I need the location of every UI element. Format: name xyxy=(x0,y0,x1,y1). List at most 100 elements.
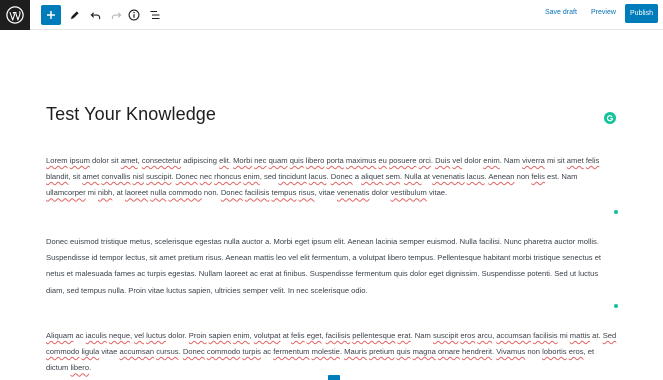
misspelled-word: Vivamus xyxy=(496,347,526,357)
text-run: at xyxy=(280,331,292,340)
misspelled-word: maximus xyxy=(345,156,377,165)
misspelled-word: sem xyxy=(385,172,401,182)
misspelled-word: eros xyxy=(460,331,476,340)
misspelled-word: lacus xyxy=(466,172,485,182)
misspelled-word: felis xyxy=(585,156,600,165)
misspelled-word: quis xyxy=(396,347,411,357)
text-run: non xyxy=(514,172,532,182)
misspelled-word: eu xyxy=(378,156,387,165)
undo-button[interactable] xyxy=(85,5,105,25)
misspelled-word: orci xyxy=(418,156,431,165)
misspelled-word: quam xyxy=(268,156,288,165)
misspelled-word: fermentum xyxy=(273,347,310,357)
misspelled-word: felis xyxy=(531,172,545,182)
misspelled-word: luctus xyxy=(146,331,166,340)
misspelled-word: turpis xyxy=(242,347,261,357)
misspelled-word: facilisis xyxy=(244,188,270,198)
misspelled-word: libero xyxy=(70,363,90,373)
misspelled-word: libero xyxy=(305,156,325,165)
misspelled-word: eget xyxy=(306,331,322,340)
misspelled-word: Mauris xyxy=(344,347,367,357)
misspelled-word: lobortis xyxy=(542,347,567,357)
misspelled-word: nec xyxy=(254,156,267,165)
misspelled-word: nisl xyxy=(132,172,144,182)
paragraph-block[interactable]: Aliquam ac iaculis neque, vel luctus dol… xyxy=(46,328,618,377)
text-run: vitae. xyxy=(426,188,448,198)
misspelled-word: ipsum xyxy=(69,156,90,165)
misspelled-word: pellentesque xyxy=(352,331,396,340)
misspelled-word: viverra xyxy=(522,156,545,165)
text-run: mi sit xyxy=(544,156,567,165)
grammarly-marker xyxy=(614,210,618,214)
grammarly-marker xyxy=(614,304,618,308)
block-appender-button[interactable] xyxy=(328,375,340,380)
misspelled-word: arcu xyxy=(477,331,493,340)
misspelled-word: eros xyxy=(568,347,584,357)
misspelled-word: Donec xyxy=(330,172,353,182)
text-run: dolor. xyxy=(165,331,189,340)
text-run: ac xyxy=(73,331,86,340)
text-run: dolor xyxy=(462,156,484,165)
misspelled-word: ullamcorper xyxy=(46,188,86,198)
redo-button[interactable] xyxy=(106,5,126,25)
misspelled-word: Morbi xyxy=(233,156,253,165)
misspelled-word: rhoncus xyxy=(214,172,242,182)
save-draft-button[interactable]: Save draft xyxy=(545,9,577,16)
text-run: at xyxy=(421,172,433,182)
text-run: at. xyxy=(590,331,603,340)
misspelled-word: aliquet xyxy=(361,172,384,182)
text-run: adipiscing xyxy=(181,156,220,165)
publish-button[interactable]: Publish xyxy=(625,4,658,23)
misspelled-word: Duis xyxy=(435,156,451,165)
paragraph-block[interactable]: Donec euismod tristique metus, scelerisq… xyxy=(46,234,618,299)
misspelled-word: neque xyxy=(108,331,131,340)
misspelled-word: lacus xyxy=(308,172,327,182)
text-run: non. xyxy=(201,188,221,198)
text-run: mi xyxy=(85,188,98,198)
misspelled-word: blandit xyxy=(46,172,69,182)
misspelled-word: magna xyxy=(412,347,436,357)
misspelled-word: pretium xyxy=(369,347,395,357)
misspelled-word: Lorem xyxy=(46,156,68,165)
misspelled-word: vel xyxy=(452,156,463,165)
text-run: non xyxy=(525,347,543,357)
list-view-icon xyxy=(150,10,160,20)
misspelled-word: hendrerit xyxy=(462,347,492,357)
misspelled-word: nec xyxy=(199,172,213,182)
info-icon xyxy=(128,9,140,21)
misspelled-word: venenatis xyxy=(432,172,465,182)
misspelled-word: ornare xyxy=(437,347,460,357)
wordpress-logo[interactable] xyxy=(0,0,30,30)
undo-icon xyxy=(90,11,100,19)
misspelled-word: Donec xyxy=(220,188,243,198)
misspelled-word: nulla xyxy=(150,188,167,198)
text-run: vitae xyxy=(99,347,120,357)
plus-icon xyxy=(47,11,55,19)
misspelled-word: commodo xyxy=(206,347,241,357)
text-run: a xyxy=(352,172,362,182)
misspelled-word: vel xyxy=(134,331,144,340)
block-inserter-button[interactable] xyxy=(41,5,61,25)
misspelled-word: risus xyxy=(298,188,315,198)
misspelled-word: facilisis xyxy=(325,331,351,340)
misspelled-word: tincidunt xyxy=(278,172,307,182)
misspelled-word: porta xyxy=(326,156,344,165)
text-run: , sed xyxy=(259,172,279,182)
misspelled-word: convallis xyxy=(101,172,131,182)
misspelled-word: quis xyxy=(289,156,304,165)
paragraph-block[interactable]: Lorem ipsum dolor sit amet, consectetur … xyxy=(46,153,618,202)
preview-button[interactable]: Preview xyxy=(591,9,616,16)
list-view-button[interactable] xyxy=(145,5,165,25)
details-button[interactable] xyxy=(124,5,144,25)
edit-tools-button[interactable] xyxy=(64,5,84,25)
misspelled-word: commodo xyxy=(168,188,202,198)
misspelled-word: Aliquam xyxy=(46,331,74,340)
grammarly-icon xyxy=(606,115,614,122)
misspelled-word: iaculis xyxy=(85,331,107,340)
text-run: , vitae xyxy=(314,188,337,198)
misspelled-word: Sed xyxy=(602,331,617,340)
grammarly-badge[interactable] xyxy=(604,112,616,124)
misspelled-word: elit xyxy=(219,156,229,165)
misspelled-word: amet xyxy=(82,172,100,182)
post-title[interactable]: Test Your Knowledge xyxy=(46,104,216,125)
